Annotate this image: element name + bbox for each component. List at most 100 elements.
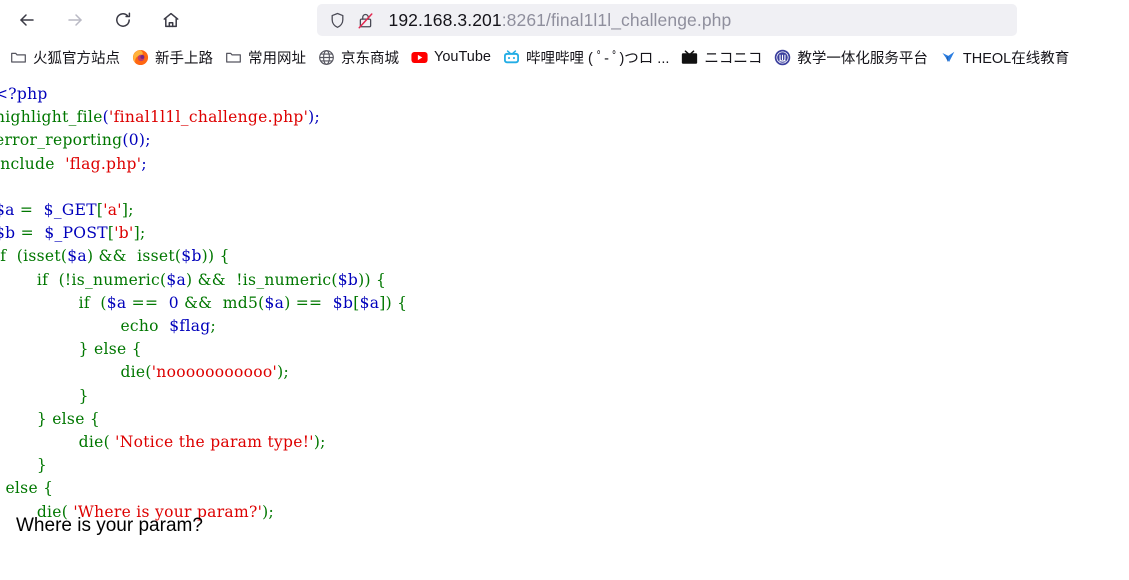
code-token: else { — [0, 479, 54, 498]
code-token: error_reporting — [0, 131, 123, 150]
url-path: :8261/final1l1l_challenge.php — [501, 9, 732, 30]
code-token: (isset( — [11, 247, 68, 266]
bookmark-item[interactable]: 哔哩哔哩 ( ﾟ- ﾟ)つロ ... — [497, 44, 675, 70]
bookmark-label: ニコニコ — [704, 50, 763, 67]
theol-icon — [940, 49, 957, 66]
youtube-icon — [411, 49, 428, 66]
arrow-left-icon — [17, 10, 37, 30]
code-token: 'flag.php' — [59, 154, 142, 173]
folder-icon — [10, 49, 27, 66]
bookmark-label: THEOL在线教育 — [962, 50, 1070, 67]
code-token: $a — [264, 293, 285, 312]
code-token: <?php — [0, 85, 48, 103]
code-token: md5( — [217, 293, 265, 312]
university-icon — [774, 49, 791, 66]
code-token: ) == — [284, 293, 328, 312]
navigation-toolbar: 192.168.3.201:8261/final1l1l_challenge.p… — [0, 0, 1129, 40]
code-token: include — [0, 154, 60, 173]
code-token: 'Notice the param type!' — [115, 433, 314, 452]
back-button[interactable] — [10, 3, 44, 37]
bookmark-item[interactable]: 火狐官方站点 — [4, 44, 126, 70]
bookmark-item[interactable]: 常用网址 — [219, 44, 312, 70]
niconico-icon — [681, 49, 698, 66]
code-token: die( — [0, 433, 116, 452]
home-icon — [161, 10, 181, 30]
code-token: ]; — [133, 224, 146, 243]
code-token: if — [0, 270, 54, 289]
bookmark-label: 火狐官方站点 — [33, 50, 120, 67]
bookmark-label: 常用网址 — [248, 50, 306, 67]
code-token: highlight_file — [0, 108, 103, 127]
bookmark-label: 新手上路 — [155, 50, 213, 67]
reload-button[interactable] — [106, 3, 140, 37]
browser-window: 192.168.3.201:8261/final1l1l_challenge.p… — [0, 0, 1129, 580]
url-host: 192.168.3.201 — [388, 9, 502, 30]
code-token: ; — [141, 154, 147, 173]
code-token: die( — [0, 363, 152, 382]
address-bar[interactable]: 192.168.3.201:8261/final1l1l_challenge.p… — [316, 4, 1017, 36]
folder-icon — [225, 49, 242, 66]
code-token: 'final1l1l_challenge.php' — [109, 108, 309, 127]
code-token: } else { — [0, 340, 142, 359]
arrow-right-icon — [65, 10, 85, 30]
bookmark-item[interactable]: 教学一体化服务平台 — [768, 44, 934, 70]
code-token: $a — [67, 247, 87, 266]
code-token: 'nooooooooooo' — [151, 363, 278, 382]
code-token: == — [126, 293, 164, 312]
code-token: $a — [106, 293, 127, 312]
code-token: ( — [95, 293, 107, 312]
code-token: ); — [308, 108, 321, 127]
bookmark-item[interactable]: 京东商城 — [312, 44, 405, 70]
code-token: ) && — [186, 270, 232, 289]
page-output-text: Where is your param? — [16, 515, 203, 536]
code-token: $b — [327, 293, 354, 312]
code-token: !is_numeric( — [231, 270, 338, 289]
code-token: && — [178, 293, 218, 312]
home-button[interactable] — [154, 3, 188, 37]
bookmark-label: YouTube — [434, 49, 491, 65]
code-token: $_POST — [39, 224, 108, 243]
reload-icon — [113, 10, 133, 30]
code-token: ); — [262, 502, 275, 521]
bookmark-label: 教学一体化服务平台 — [797, 50, 928, 67]
urlbar-container: 192.168.3.201:8261/final1l1l_challenge.p… — [212, 3, 1121, 37]
code-token: 0 — [128, 131, 139, 150]
code-token: 0 — [163, 293, 179, 312]
code-token: } else { — [0, 409, 101, 428]
code-token: isset( — [131, 247, 182, 266]
code-token: $b — [181, 247, 202, 266]
bookmark-item[interactable]: YouTube — [405, 44, 497, 70]
code-token: $_GET — [38, 201, 97, 220]
code-token: } — [0, 456, 47, 475]
bookmark-item[interactable]: ニコニコ — [675, 44, 768, 70]
url-text: 192.168.3.201:8261/final1l1l_challenge.p… — [389, 10, 732, 31]
code-token: )) { — [358, 270, 387, 289]
code-token: ); — [277, 363, 289, 382]
code-token: } — [0, 386, 89, 405]
code-token: if — [0, 247, 7, 266]
code-token: = — [14, 201, 39, 220]
code-token: $a — [359, 293, 380, 312]
php-source-listing: <?php highlight_file ( 'final1l1l_challeng… — [0, 83, 407, 524]
code-token: $a — [0, 201, 15, 220]
bookmark-item[interactable]: THEOL在线教育 — [934, 44, 1075, 70]
bilibili-icon — [503, 49, 520, 66]
code-token: 'a' — [103, 201, 122, 220]
code-token: $a — [166, 270, 187, 289]
code-token: ); — [313, 433, 326, 452]
code-token: ; — [210, 317, 217, 336]
code-token: $b — [0, 224, 16, 243]
code-token: )) { — [201, 247, 230, 266]
code-token: ); — [138, 131, 151, 150]
forward-button[interactable] — [58, 3, 92, 37]
code-token: $flag — [164, 317, 211, 336]
code-token: (!is_numeric( — [53, 270, 167, 289]
bookmark-label: 哔哩哔哩 ( ﾟ- ﾟ)つロ ... — [525, 50, 670, 67]
shield-icon[interactable] — [327, 9, 349, 31]
lock-insecure-icon[interactable] — [355, 9, 377, 31]
page-content: <?php highlight_file ( 'final1l1l_challeng… — [0, 74, 1129, 580]
code-token: = — [15, 224, 40, 243]
bookmark-item[interactable]: 新手上路 — [126, 44, 219, 70]
code-token: ) && — [86, 247, 132, 266]
code-token: $b — [337, 270, 359, 289]
